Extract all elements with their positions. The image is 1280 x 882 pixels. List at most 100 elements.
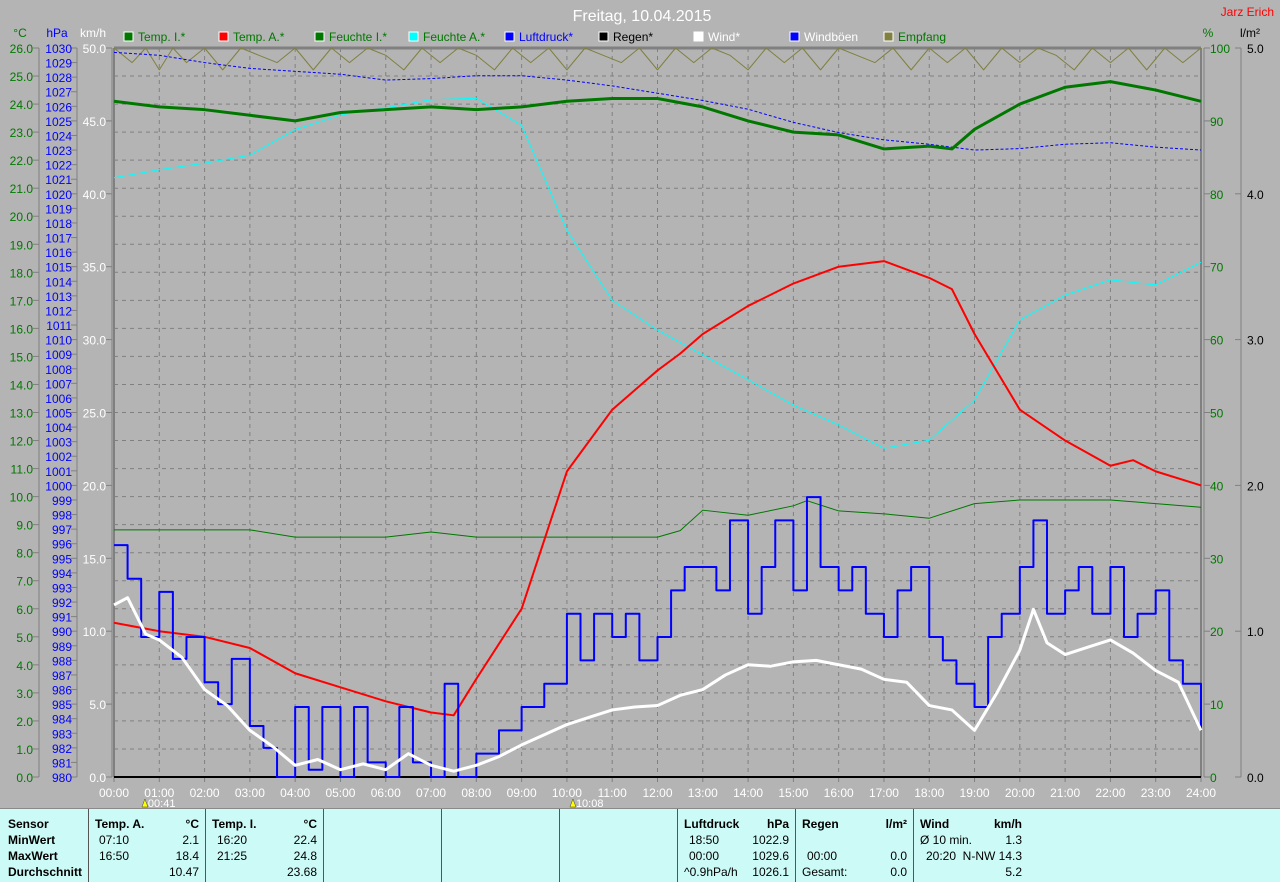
- legend-item: Wind*: [693, 30, 740, 44]
- pressure-tick-label: 996: [52, 538, 72, 552]
- temp-tick-label: 22.0: [10, 154, 34, 168]
- pressure-tick-label: 1029: [45, 57, 72, 71]
- legend-item: Temp. I.*: [123, 30, 186, 44]
- legend-swatch: [314, 31, 325, 42]
- temp-tick-label: 4.0: [16, 659, 33, 673]
- temp-tick-label: 7.0: [16, 575, 33, 589]
- pressure-tick-label: 1030: [45, 42, 72, 56]
- wind-tick-label: 5.0: [89, 698, 106, 712]
- pressure-tick-label: 983: [52, 727, 72, 741]
- x-tick-label: 04:00: [280, 786, 310, 800]
- x-tick-label: 09:00: [507, 786, 537, 800]
- pressure-tick-label: 1005: [45, 407, 72, 421]
- pressure-avg: 1026.1: [752, 865, 789, 879]
- legend-label: Windböen: [804, 30, 858, 44]
- marker-label: 10:08: [576, 798, 604, 808]
- legend-swatch: [693, 31, 704, 42]
- pressure-tick-label: 1001: [45, 465, 72, 479]
- temp-tick-label: 17.0: [10, 294, 34, 308]
- temp-tick-label: 26.0: [10, 42, 34, 56]
- temp-a-unit: °C: [185, 817, 199, 831]
- x-tick-label: 00:00: [99, 786, 129, 800]
- pressure-min: 1022.9: [752, 833, 789, 847]
- temp-a-min: 2.1: [182, 833, 199, 847]
- x-tick-label: 21:00: [1050, 786, 1080, 800]
- temp-axis-title: °C: [13, 26, 27, 40]
- marker-label: 00:41: [148, 798, 176, 808]
- stats-pressure-column: Luftdruck hPa 18:50 1022.9 00:00 1029.6 ^0.…: [678, 809, 796, 882]
- pressure-tick-label: 1016: [45, 246, 72, 260]
- pressure-header: Luftdruck: [684, 817, 740, 831]
- legend-label: Feuchte I.*: [329, 30, 387, 44]
- pressure-tick-label: 992: [52, 596, 72, 610]
- rain-axis-title: l/m²: [1240, 26, 1260, 40]
- pressure-tick-label: 1021: [45, 173, 72, 187]
- temp-a-header: Temp. A.: [95, 817, 145, 831]
- temp-i-header: Temp. I.: [212, 817, 257, 831]
- rain-tick-label: 1.0: [1247, 625, 1264, 639]
- pressure-tick-label: 980: [52, 771, 72, 785]
- legend-swatch: [789, 31, 800, 42]
- pressure-tick-label: 982: [52, 742, 72, 756]
- rain-tick-label: 2.0: [1247, 479, 1264, 493]
- legend-label: Feuchte A.*: [423, 30, 485, 44]
- pressure-tick-label: 1010: [45, 334, 72, 348]
- pressure-tick-label: 1012: [45, 304, 72, 318]
- temp-i-avg: 23.68: [286, 865, 317, 879]
- humidity-tick-label: 10: [1210, 698, 1224, 712]
- stats-empty-column: [442, 809, 560, 882]
- wind-tick-label: 20.0: [83, 479, 107, 493]
- legend-item: Luftdruck*: [504, 30, 573, 44]
- humidity-tick-label: 0: [1210, 771, 1217, 785]
- pressure-tick-label: 981: [52, 756, 72, 770]
- wind-unit: km/h: [993, 817, 1022, 831]
- stats-temp-a-column: Temp. A. °C 07:10 2.1 16:50 18.4 10.47: [89, 809, 206, 882]
- temp-a-avg: 10.47: [168, 865, 199, 879]
- legend-item: Regen*: [598, 30, 653, 44]
- temp-a-min-time: 07:10: [99, 833, 130, 847]
- pressure-tick-label: 1015: [45, 261, 72, 275]
- wind-tick-label: 35.0: [83, 261, 107, 275]
- stats-row-avg: Durchschnitt: [8, 865, 83, 879]
- legend-swatch: [598, 31, 609, 42]
- humidity-tick-label: 80: [1210, 188, 1224, 202]
- pressure-unit: hPa: [766, 817, 789, 831]
- temp-tick-label: 6.0: [16, 603, 33, 617]
- x-tick-label: 03:00: [235, 786, 265, 800]
- stats-sensor-column: Sensor MinWert MaxWert Durchschnitt: [0, 809, 89, 882]
- legend-swatch: [883, 31, 894, 42]
- pressure-tick-label: 988: [52, 654, 72, 668]
- x-tick-label: 05:00: [325, 786, 355, 800]
- plot-area: [113, 46, 1203, 778]
- pressure-tick-label: 998: [52, 509, 72, 523]
- x-tick-label: 20:00: [1005, 786, 1035, 800]
- pressure-tick-label: 995: [52, 552, 72, 566]
- author-label: Jarz Erich: [1221, 5, 1274, 19]
- humidity-tick-label: 20: [1210, 625, 1224, 639]
- wind-tick-label: 10.0: [83, 625, 107, 639]
- pressure-tick-label: 1011: [46, 319, 72, 333]
- x-tick-label: 16:00: [824, 786, 854, 800]
- legend-label: Wind*: [708, 30, 740, 44]
- temp-tick-label: 3.0: [16, 687, 33, 701]
- stats-temp-i-column: Temp. I. °C 16:20 22.4 21:25 24.8 23.68: [206, 809, 324, 882]
- temp-tick-label: 1.0: [16, 743, 33, 757]
- humidity-tick-label: 100: [1210, 42, 1230, 56]
- pressure-tick-label: 1006: [45, 392, 72, 406]
- pressure-tick-label: 1017: [45, 232, 72, 246]
- pressure-tick-label: 1009: [45, 348, 72, 362]
- pressure-tick-label: 1018: [45, 217, 72, 231]
- legend-swatch: [504, 31, 515, 42]
- pressure-tick-label: 989: [52, 640, 72, 654]
- x-tick-label: 06:00: [371, 786, 401, 800]
- rain-max: 0.0: [890, 849, 907, 863]
- temp-i-max: 24.8: [293, 849, 317, 863]
- rain-max-time: 00:00: [807, 849, 838, 863]
- rain-tick-label: 4.0: [1247, 188, 1264, 202]
- temp-a-max: 18.4: [175, 849, 199, 863]
- pressure-tick-label: 994: [52, 567, 72, 581]
- chart-title: Freitag, 10.04.2015: [573, 8, 712, 25]
- rain-tick-label: 0.0: [1247, 771, 1264, 785]
- temp-tick-label: 10.0: [10, 491, 34, 505]
- temp-tick-label: 15.0: [10, 350, 34, 364]
